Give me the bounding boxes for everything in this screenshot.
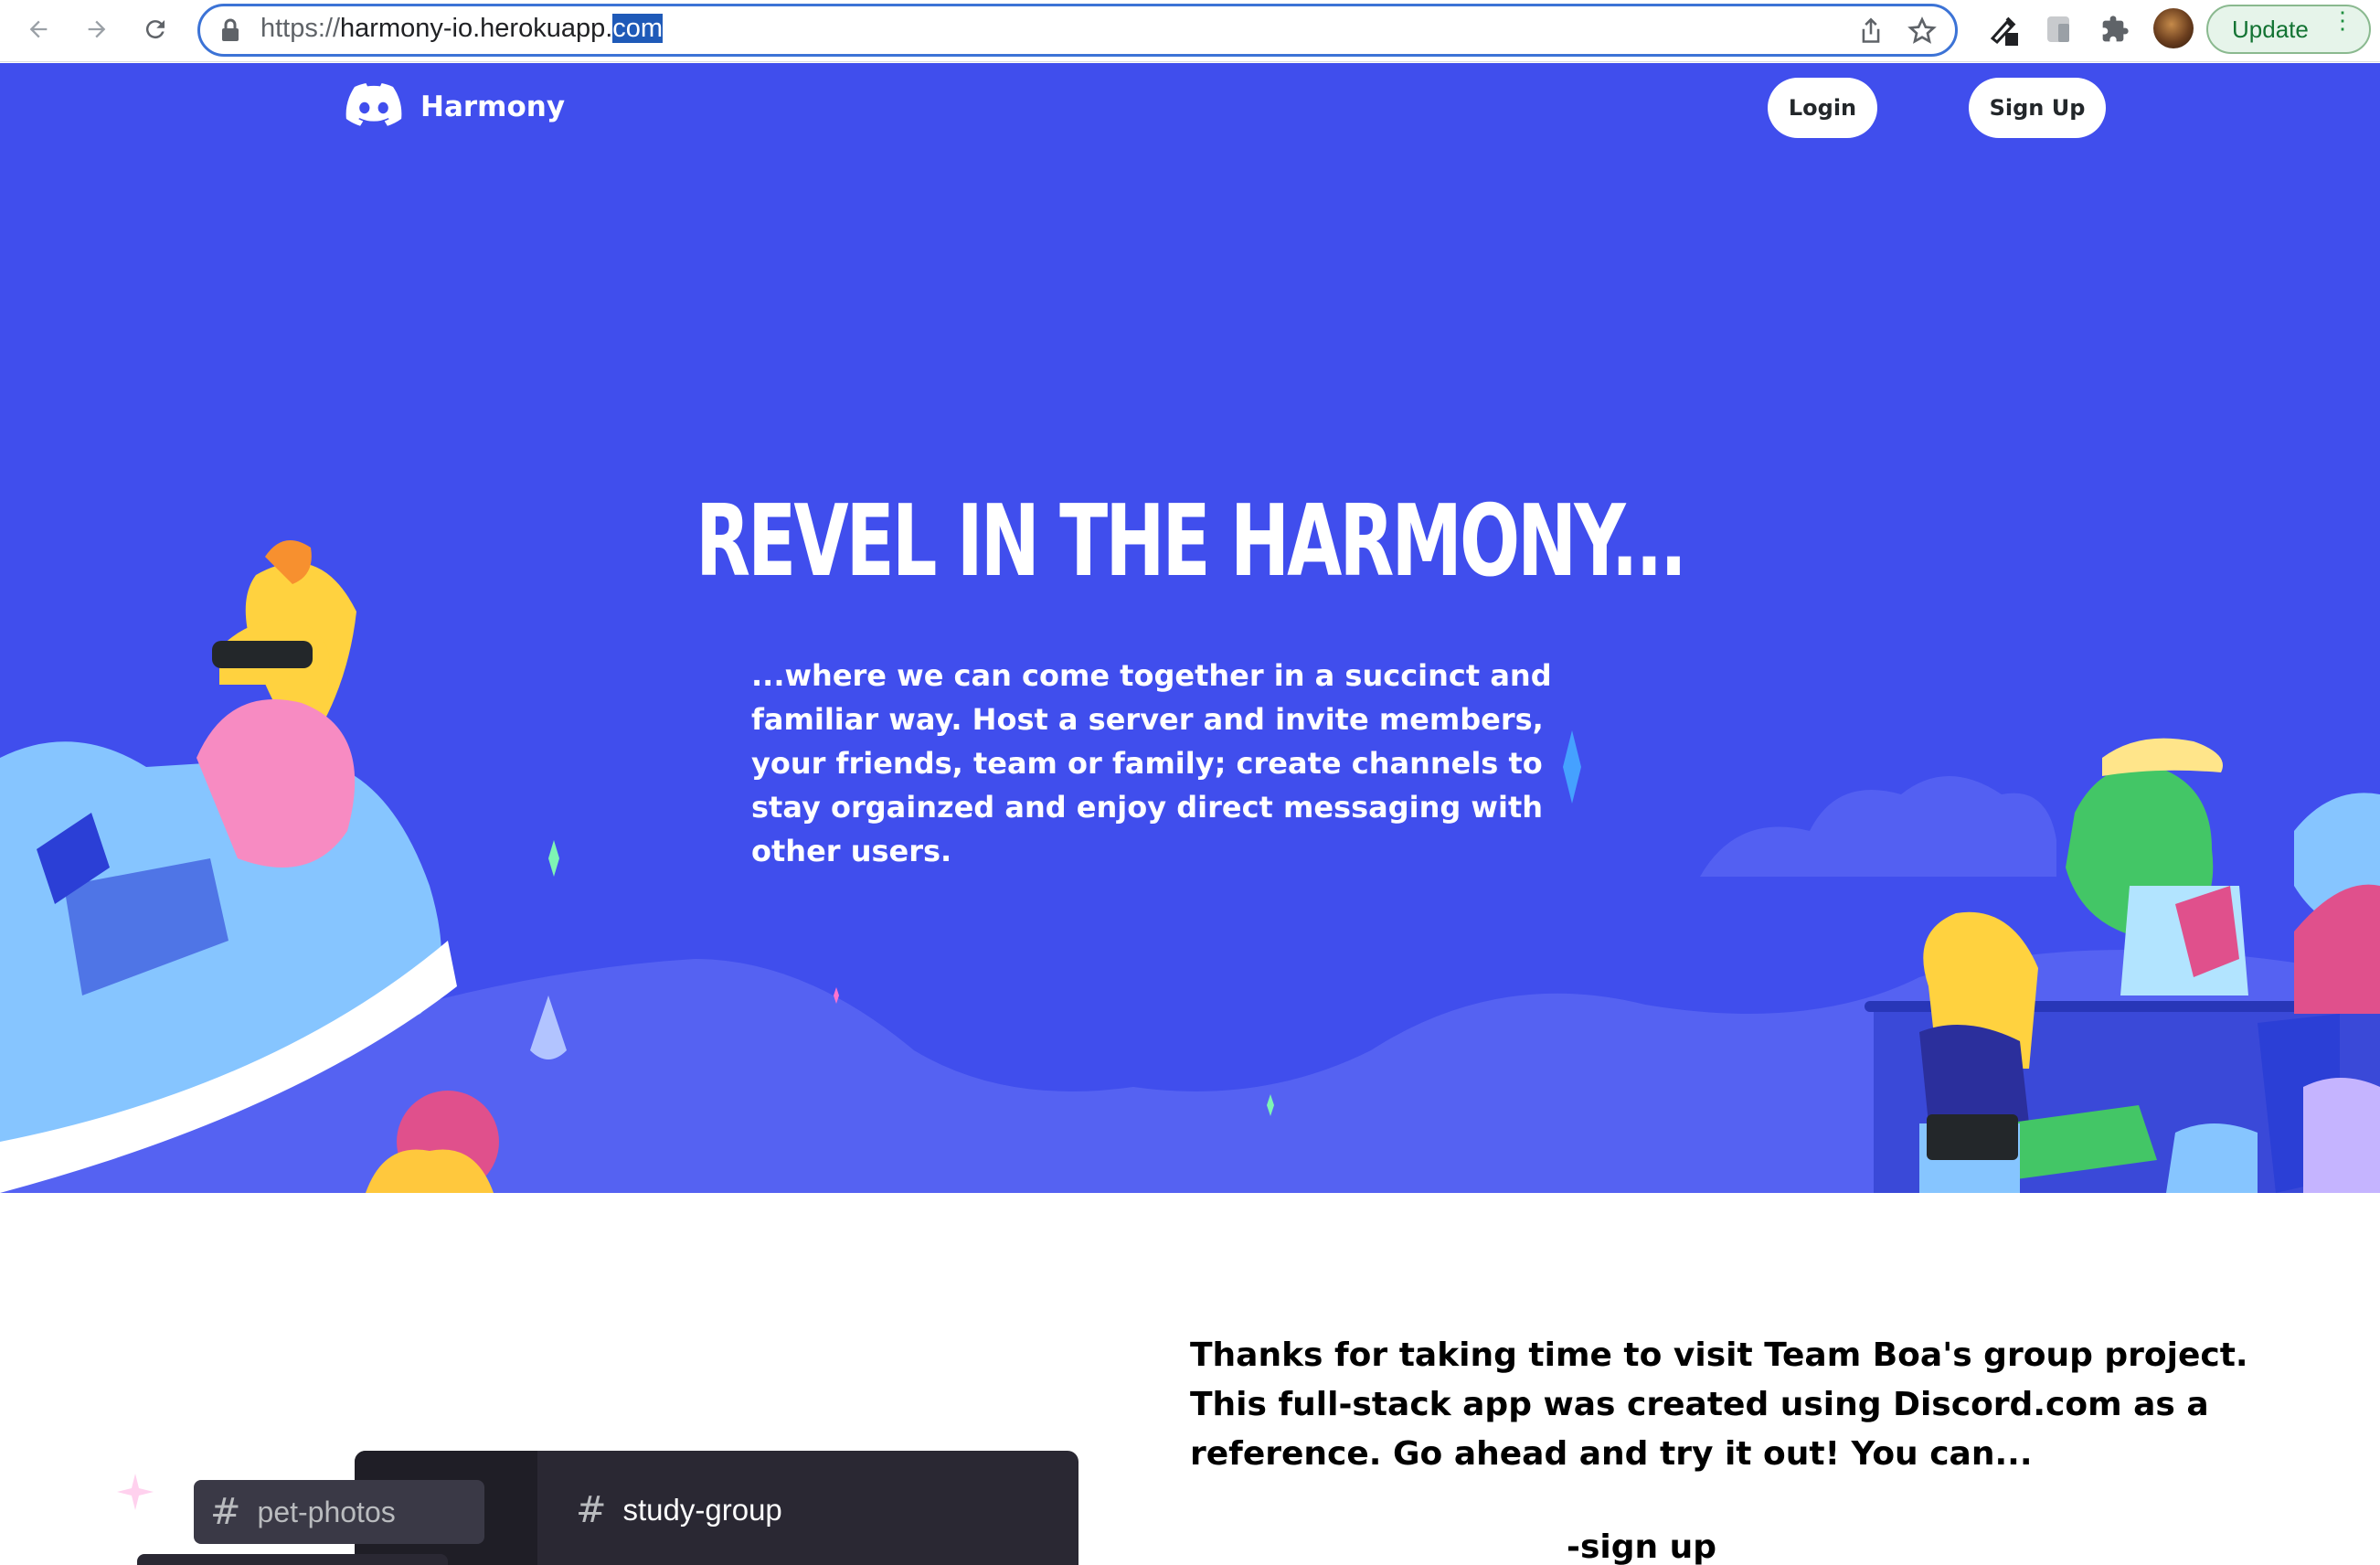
channel-study-group[interactable]: # study-group [576, 1481, 782, 1539]
brand-name: Harmony [420, 90, 566, 123]
channel-pet-photos[interactable]: # pet-photos [194, 1480, 484, 1544]
sparkle-icon [117, 1474, 154, 1510]
extension-icon[interactable] [2040, 11, 2077, 48]
hash-icon: # [210, 1491, 241, 1533]
lock-icon [220, 18, 240, 46]
signup-button[interactable]: Sign Up [1969, 78, 2106, 138]
url-selected-text: com [612, 14, 664, 43]
update-button[interactable]: Update ⋮ [2206, 5, 2371, 54]
url-text: https://harmony-io.herokuapp.com [260, 14, 664, 44]
address-bar[interactable]: https://harmony-io.herokuapp.com [197, 4, 1958, 57]
hero-illustration [0, 540, 2380, 1193]
url-host: harmony-io.herokuapp. [340, 14, 613, 43]
hash-icon: # [576, 1489, 607, 1531]
profile-avatar[interactable] [2153, 8, 2194, 48]
app-preview-edge [137, 1554, 448, 1565]
hero-description: ...where we can come together in a succi… [751, 658, 1552, 868]
reload-icon[interactable] [137, 11, 174, 48]
signup-link[interactable]: -sign up [1567, 1528, 1716, 1565]
more-menu-icon[interactable]: ⋮ [2331, 8, 2354, 32]
forward-icon[interactable] [79, 11, 115, 48]
channel-name: study-group [622, 1493, 782, 1527]
share-icon[interactable] [1858, 17, 1884, 48]
puzzle-extensions-icon[interactable] [2097, 11, 2133, 48]
hero-section: Harmony Login Sign Up REVEL IN THE HARMO… [0, 63, 2380, 1193]
about-text: Thanks for taking time to visit Team Boa… [1190, 1336, 2248, 1473]
update-label: Update [2232, 15, 2309, 43]
discord-logo-icon [345, 83, 402, 131]
hero-title: REVEL IN THE HARMONY... [696, 484, 1687, 599]
url-scheme: https:// [260, 14, 341, 43]
bookmark-star-icon[interactable] [1907, 16, 1937, 49]
brand-logo-link[interactable]: Harmony [345, 83, 565, 131]
back-icon[interactable] [20, 11, 57, 48]
browser-toolbar: https://harmony-io.herokuapp.com Update … [0, 0, 2380, 62]
channel-name: pet-photos [257, 1495, 396, 1528]
login-button[interactable]: Login [1768, 78, 1877, 138]
eyedropper-extension-icon[interactable] [1985, 11, 2022, 48]
